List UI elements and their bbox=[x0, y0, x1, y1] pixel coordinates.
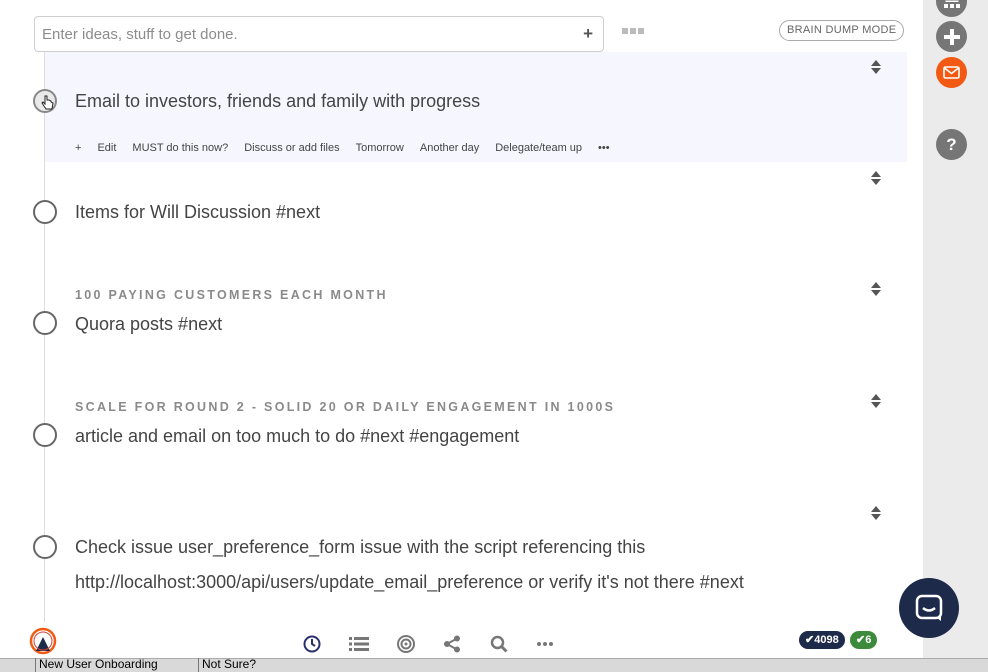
team-hierarchy-button[interactable] bbox=[936, 0, 967, 17]
email-button[interactable] bbox=[936, 57, 967, 88]
sort-arrows-icon[interactable] bbox=[871, 394, 883, 408]
task-actions-bar: + Edit MUST do this now? Discuss or add … bbox=[75, 142, 626, 154]
hierarchy-icon bbox=[943, 0, 960, 8]
envelope-icon bbox=[943, 66, 960, 79]
action-tomorrow[interactable]: Tomorrow bbox=[356, 142, 404, 154]
goal-section-label: 100 PAYING CUSTOMERS EACH MONTH bbox=[75, 288, 388, 302]
list-icon[interactable] bbox=[349, 635, 369, 653]
task-checkbox[interactable] bbox=[33, 535, 57, 559]
action-delegate[interactable]: Delegate/team up bbox=[495, 142, 582, 154]
total-completed-badge[interactable]: ✔4098 bbox=[799, 631, 845, 649]
clock-icon[interactable] bbox=[303, 635, 321, 653]
task-text[interactable]: Quora posts #next bbox=[75, 314, 222, 335]
task-checkbox[interactable] bbox=[33, 89, 57, 113]
action-discuss[interactable]: Discuss or add files bbox=[244, 142, 339, 154]
action-add[interactable]: + bbox=[75, 142, 81, 154]
task-text[interactable]: Email to investors, friends and family w… bbox=[75, 91, 480, 112]
add-task-button[interactable]: + bbox=[583, 24, 593, 44]
sort-arrows-icon[interactable] bbox=[871, 506, 883, 520]
more-icon[interactable] bbox=[536, 635, 554, 653]
sort-arrows-icon[interactable] bbox=[871, 282, 883, 296]
new-task-input[interactable] bbox=[35, 17, 555, 51]
task-text[interactable]: Items for Will Discussion #next bbox=[75, 202, 320, 223]
today-completed-badge[interactable]: ✔6 bbox=[850, 631, 878, 649]
task-checkbox[interactable] bbox=[33, 200, 57, 224]
task-checkbox[interactable] bbox=[33, 311, 57, 335]
action-more[interactable]: ••• bbox=[598, 142, 610, 154]
app-logo-icon[interactable] bbox=[28, 626, 58, 656]
add-button[interactable] bbox=[936, 21, 967, 52]
target-icon[interactable] bbox=[397, 635, 415, 653]
action-must-do-now[interactable]: MUST do this now? bbox=[132, 142, 228, 154]
bottom-nav-bar bbox=[0, 622, 923, 658]
brain-dump-mode-button[interactable]: BRAIN DUMP MODE bbox=[779, 20, 905, 41]
task-text[interactable]: article and email on too much to do #nex… bbox=[75, 426, 519, 447]
taskbar-item-not-sure[interactable]: Not Sure? bbox=[198, 658, 256, 672]
drag-handle-icon[interactable] bbox=[622, 28, 644, 34]
task-text-continued[interactable]: http://localhost:3000/api/users/update_e… bbox=[75, 572, 744, 593]
taskbar-item-new-user-onboarding[interactable]: New User Onboarding bbox=[35, 658, 158, 672]
task-text[interactable]: Check issue user_preference_form issue w… bbox=[75, 537, 645, 558]
cursor-hand-icon bbox=[41, 95, 54, 110]
plus-icon bbox=[943, 28, 960, 45]
sort-arrows-icon[interactable] bbox=[871, 60, 883, 74]
question-icon: ? bbox=[946, 134, 957, 154]
chat-widget-button[interactable] bbox=[899, 578, 959, 638]
search-icon[interactable] bbox=[490, 635, 508, 653]
chat-icon bbox=[915, 594, 943, 621]
action-another-day[interactable]: Another day bbox=[420, 142, 479, 154]
task-checkbox[interactable] bbox=[33, 423, 57, 447]
sort-arrows-icon[interactable] bbox=[871, 171, 883, 185]
new-task-box: + bbox=[34, 16, 604, 52]
os-taskbar: New User Onboarding Not Sure? bbox=[0, 658, 988, 672]
right-sidebar: ? bbox=[923, 0, 988, 658]
share-icon[interactable] bbox=[443, 635, 461, 653]
action-edit[interactable]: Edit bbox=[97, 142, 116, 154]
help-button[interactable]: ? bbox=[936, 129, 967, 160]
goal-section-label: SCALE FOR ROUND 2 - SOLID 20 OR DAILY EN… bbox=[75, 400, 616, 414]
app-page: ? + BRAIN DUMP MODE Email to investors, … bbox=[0, 0, 988, 672]
